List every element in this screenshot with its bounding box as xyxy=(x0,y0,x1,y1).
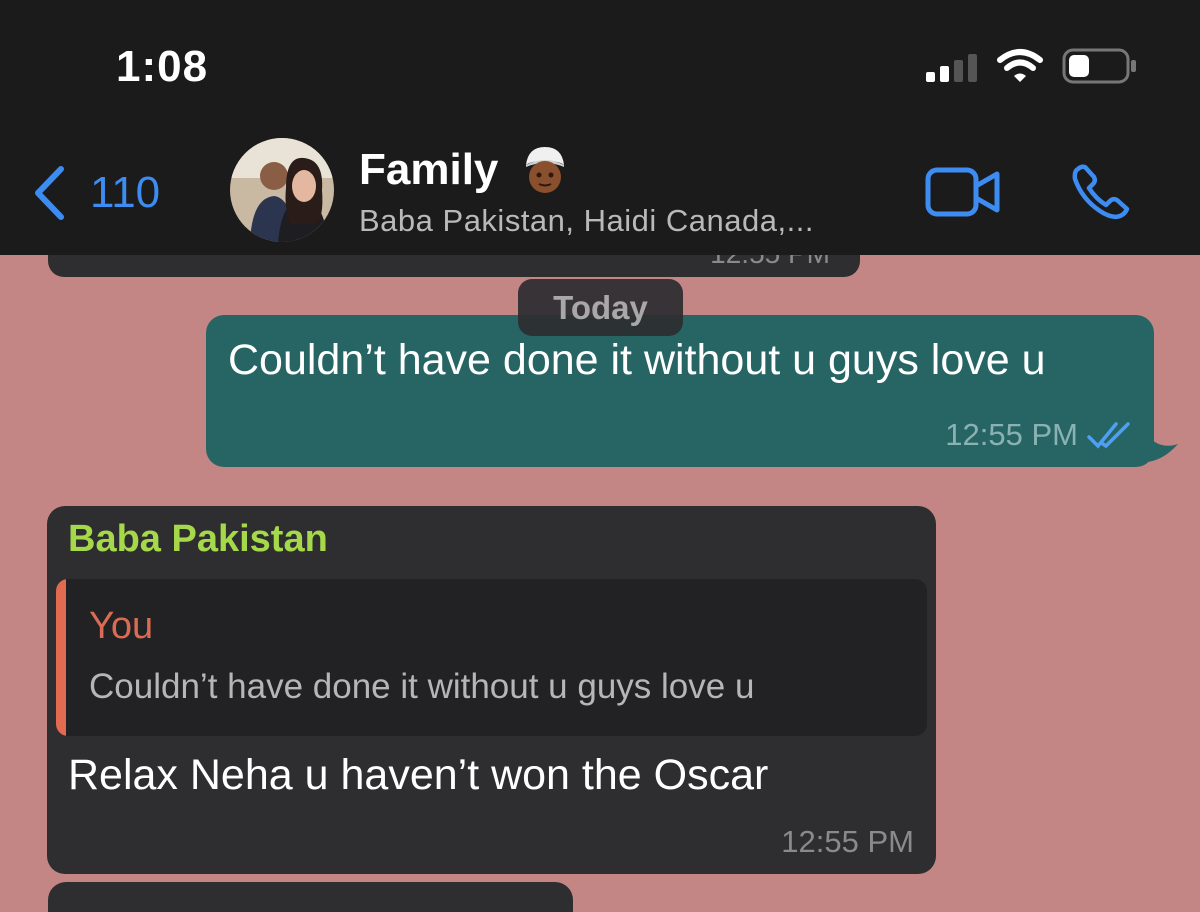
quote-accent-bar xyxy=(56,579,66,736)
back-button[interactable]: 110 xyxy=(32,163,160,223)
phone-icon xyxy=(1072,164,1130,220)
message-time: 12:55 PM xyxy=(945,417,1078,452)
quote-text: Couldn’t have done it without u guys lov… xyxy=(89,667,755,706)
video-call-button[interactable] xyxy=(925,167,1001,222)
back-chevron-icon xyxy=(35,166,64,220)
message-time: 12:55 PM xyxy=(781,824,914,859)
date-separator: Today xyxy=(518,279,683,336)
unread-count: 110 xyxy=(90,168,161,217)
participants-list: Baba Pakistan, Haidi Canada,... xyxy=(359,203,814,238)
quote-author: You xyxy=(89,605,154,647)
status-time: 1:08 xyxy=(116,42,209,91)
message-text: Couldn’t have done it without u guys lov… xyxy=(228,336,1046,384)
next-message-bubble[interactable] xyxy=(48,882,573,912)
message-text: Relax Neha u haven’t won the Oscar xyxy=(68,751,769,799)
bubble-tail xyxy=(1140,424,1178,463)
battery-icon xyxy=(1062,48,1136,84)
video-call-icon xyxy=(925,167,1000,217)
signal-icon xyxy=(926,54,977,82)
status-bar: 1:08 xyxy=(0,0,1200,125)
outgoing-message-bubble[interactable]: Couldn’t have done it without u guys lov… xyxy=(206,315,1154,467)
message-meta: 12:55 PM xyxy=(945,417,1132,453)
wifi-icon xyxy=(997,49,1043,82)
chat-name: Family xyxy=(359,145,499,194)
chat-title[interactable]: Family xyxy=(359,145,570,195)
quoted-reply[interactable]: You Couldn’t have done it without u guys… xyxy=(56,579,927,736)
voice-call-button[interactable] xyxy=(1070,163,1132,226)
turban-emoji-icon xyxy=(526,147,565,193)
read-receipt-icon xyxy=(1087,422,1130,449)
group-avatar[interactable] xyxy=(230,138,334,242)
sender-name[interactable]: Baba Pakistan xyxy=(68,518,328,561)
chat-header: 110 Family Baba Pakistan, Haidi Canada,.… xyxy=(0,125,1200,255)
incoming-message-bubble[interactable]: Baba Pakistan You Couldn’t have done it … xyxy=(47,506,936,874)
